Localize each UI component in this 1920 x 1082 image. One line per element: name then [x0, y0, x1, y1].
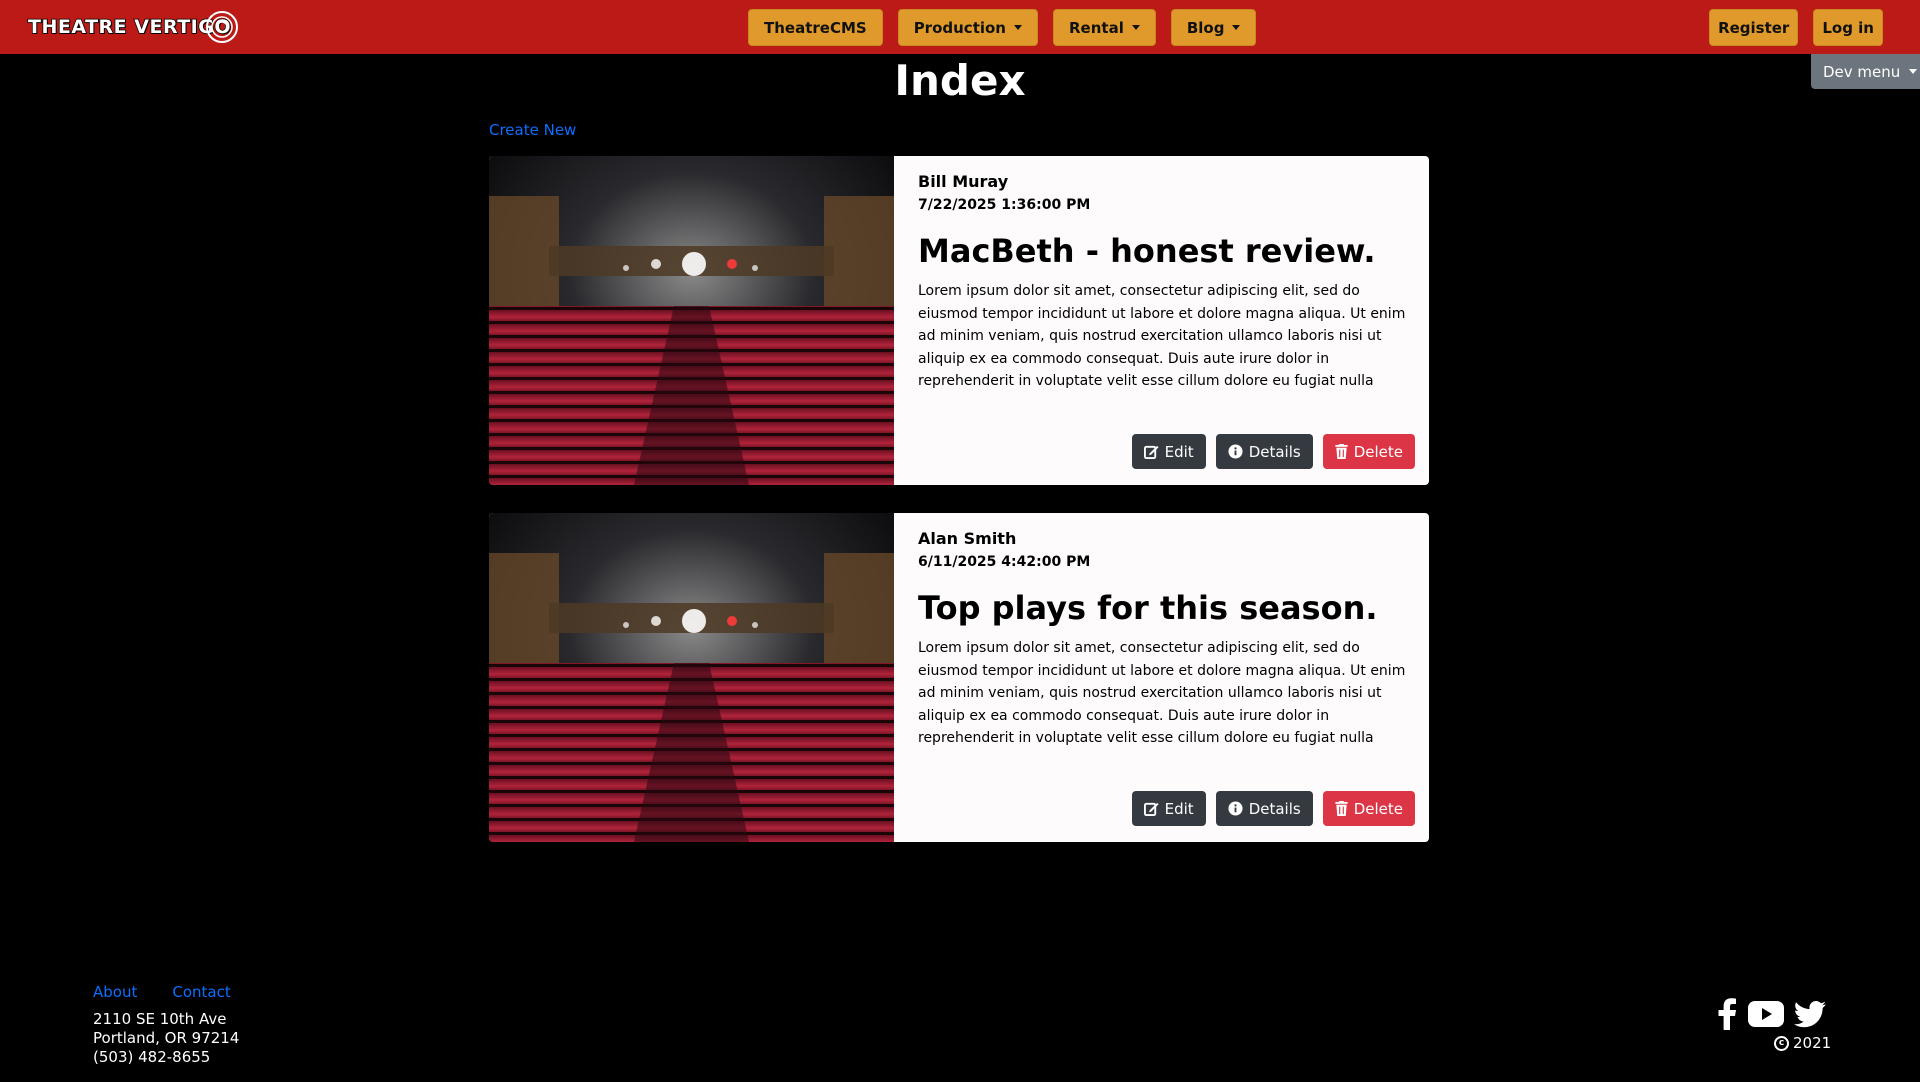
post-author: Alan Smith: [918, 529, 1017, 548]
details-button[interactable]: Details: [1215, 791, 1313, 826]
post-image: [489, 156, 894, 485]
footer-links: About Contact: [93, 983, 231, 1001]
footer-contact-link[interactable]: Contact: [172, 983, 230, 1001]
footer-address: 2110 SE 10th Ave Portland, OR 97214 (503…: [93, 1010, 239, 1067]
edit-label: Edit: [1164, 442, 1194, 461]
create-new-link[interactable]: Create New: [489, 121, 576, 139]
blog-post-card: Alan Smith 6/11/2025 4:42:00 PM Top play…: [489, 513, 1429, 842]
nav-theatrecms[interactable]: TheatreCMS: [748, 9, 883, 46]
footer-about-link[interactable]: About: [93, 983, 137, 1001]
nav-blog-label: Blog: [1186, 18, 1225, 37]
address-line-2: Portland, OR 97214: [93, 1029, 240, 1047]
nav-blog-dropdown[interactable]: Blog: [1170, 9, 1257, 46]
post-author: Bill Muray: [918, 172, 1009, 191]
caret-down-icon: [1131, 25, 1140, 30]
caret-down-icon: [1232, 25, 1241, 30]
register-button[interactable]: Register: [1709, 9, 1799, 46]
nav-rental-label: Rental: [1069, 18, 1124, 37]
edit-icon: [1143, 445, 1159, 459]
copyright-year: 2021: [1793, 1034, 1832, 1052]
details-label: Details: [1248, 799, 1301, 818]
logo-swirl-icon: [206, 11, 238, 43]
nav-rental-dropdown[interactable]: Rental: [1053, 9, 1156, 46]
facebook-icon[interactable]: [1716, 998, 1738, 1030]
delete-label: Delete: [1353, 799, 1403, 818]
post-excerpt: Lorem ipsum dolor sit amet, consectetur …: [918, 640, 1406, 746]
details-button[interactable]: Details: [1215, 434, 1313, 469]
login-button[interactable]: Log in: [1813, 9, 1883, 46]
page-title: Index: [894, 56, 1026, 105]
info-circle-icon: [1228, 801, 1243, 816]
copyright-icon: c: [1774, 1035, 1789, 1051]
trash-icon: [1335, 444, 1348, 459]
post-date: 7/22/2025 1:36:00 PM: [918, 197, 1091, 213]
brand-logo[interactable]: THEATRE VERTIGO: [27, 9, 238, 45]
navbar: THEATRE VERTIGO TheatreCMS Production Re…: [0, 0, 1920, 54]
address-line-1: 2110 SE 10th Ave: [93, 1010, 227, 1028]
account-nav: Register Log in: [1709, 9, 1883, 46]
trash-icon: [1335, 801, 1348, 816]
post-date: 6/11/2025 4:42:00 PM: [918, 554, 1091, 570]
youtube-icon[interactable]: [1748, 1001, 1784, 1027]
post-excerpt: Lorem ipsum dolor sit amet, consectetur …: [918, 283, 1406, 389]
post-actions: Edit Details Delete: [1131, 791, 1415, 826]
edit-label: Edit: [1164, 799, 1194, 818]
brand-name: THEATRE VERTIGO: [27, 15, 231, 39]
post-actions: Edit Details Delete: [1131, 434, 1415, 469]
twitter-icon[interactable]: [1794, 1000, 1826, 1028]
edit-button[interactable]: Edit: [1131, 434, 1206, 469]
delete-button[interactable]: Delete: [1322, 791, 1415, 826]
edit-button[interactable]: Edit: [1131, 791, 1206, 826]
delete-button[interactable]: Delete: [1322, 434, 1415, 469]
social-links: [1716, 998, 1826, 1030]
post-title: MacBeth - honest review.: [918, 232, 1376, 270]
nav-production-label: Production: [913, 18, 1006, 37]
nav-production-dropdown[interactable]: Production: [897, 9, 1038, 46]
nav-theatrecms-label: TheatreCMS: [764, 18, 867, 37]
caret-down-icon: [1014, 25, 1022, 30]
post-image: [489, 513, 894, 842]
phone-number: (503) 482-8655: [93, 1048, 211, 1066]
post-title: Top plays for this season.: [918, 589, 1378, 627]
delete-label: Delete: [1353, 442, 1403, 461]
main-nav: TheatreCMS Production Rental Blog: [748, 9, 1257, 46]
copyright: c 2021: [1774, 1034, 1831, 1052]
details-label: Details: [1248, 442, 1301, 461]
blog-post-card: Bill Muray 7/22/2025 1:36:00 PM MacBeth …: [489, 156, 1429, 485]
info-circle-icon: [1228, 444, 1243, 459]
edit-icon: [1143, 802, 1159, 816]
